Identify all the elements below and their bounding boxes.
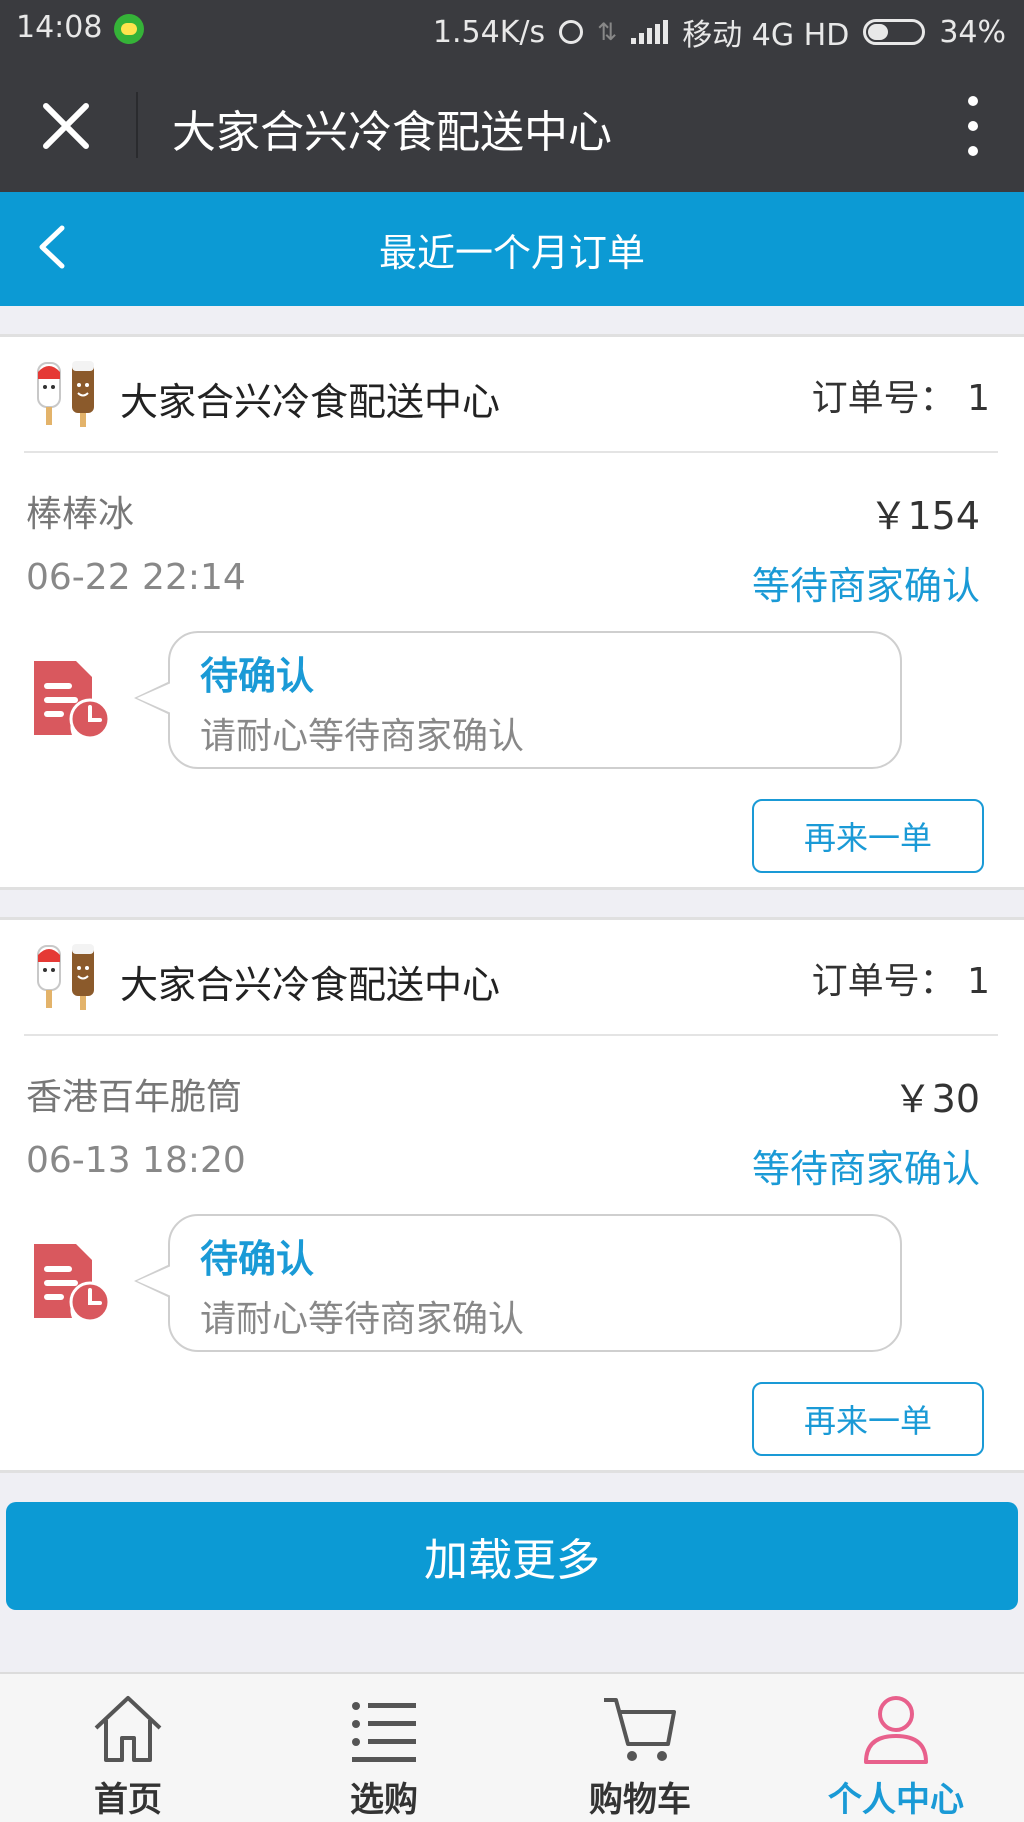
tab-shop[interactable]: 选购: [256, 1674, 512, 1822]
order-status: 等待商家确认: [751, 1147, 980, 1191]
order-number: 订单号： 1: [812, 952, 990, 1004]
order-date: 06-22 22:14: [26, 557, 246, 598]
order-date: 06-13 18:20: [26, 1140, 246, 1181]
status-time: 14:08: [16, 10, 103, 45]
order-card-header: 大家合兴冷食配送中心 订单号： 1: [24, 920, 998, 1036]
order-card-header: 大家合兴冷食配送中心 订单号： 1: [24, 337, 998, 453]
product-name: 棒棒冰: [26, 494, 135, 535]
order-number-value: 1: [967, 378, 990, 419]
tab-cart[interactable]: 购物车: [512, 1674, 768, 1822]
load-more-button[interactable]: 加载更多: [6, 1502, 1018, 1610]
cart-icon: [604, 1698, 676, 1761]
progress-title: 待确认: [200, 1237, 315, 1281]
more-icon[interactable]: [966, 96, 980, 156]
progress-description: 请耐心等待商家确认: [200, 1299, 525, 1340]
home-icon: [94, 1696, 162, 1762]
tab-home[interactable]: 首页: [0, 1674, 256, 1822]
shop-name: 大家合兴冷食配送中心: [120, 380, 501, 424]
reorder-button[interactable]: 再来一单: [752, 1382, 984, 1456]
order-price: ￥154: [869, 494, 980, 538]
page-header: 最近一个月订单: [0, 192, 1024, 306]
order-number-value: 1: [967, 961, 990, 1002]
order-price: ￥30: [893, 1077, 980, 1121]
order-status: 等待商家确认: [751, 564, 980, 608]
person-icon: [864, 1696, 928, 1764]
reorder-button[interactable]: 再来一单: [752, 799, 984, 873]
tab-profile[interactable]: 个人中心: [768, 1674, 1024, 1822]
page-title: 最近一个月订单: [378, 231, 645, 275]
order-progress-bubble: 待确认 请耐心等待商家确认: [134, 631, 902, 769]
title-divider: [136, 92, 138, 158]
shop-logo-icon: [37, 361, 94, 427]
shop-logo-icon: [37, 944, 94, 1010]
order-card: 大家合兴冷食配送中心 订单号： 1 棒棒冰 ￥154 06-22 22:14 等…: [0, 334, 1024, 890]
bottom-tab-bar: 首页 选购 购物车 个人中心: [0, 1672, 1024, 1822]
tab-shop-label: 选购: [350, 1780, 418, 1820]
tab-cart-label: 购物车: [589, 1780, 691, 1820]
order-pending-icon: [34, 1244, 110, 1323]
shop-name: 大家合兴冷食配送中心: [120, 963, 501, 1007]
order-progress-bubble: 待确认 请耐心等待商家确认: [134, 1214, 902, 1352]
progress-title: 待确认: [200, 654, 315, 698]
order-pending-icon: [34, 661, 110, 740]
progress-description: 请耐心等待商家确认: [200, 716, 525, 757]
order-number: 订单号： 1: [812, 369, 990, 421]
product-name: 香港百年脆筒: [26, 1077, 243, 1118]
status-bar: 14:08 1.54K/s ⇅ 移动 4G HD 34%: [0, 0, 1024, 56]
wechat-page-title: 大家合兴冷食配送中心: [172, 107, 612, 158]
network-speed: 1.54K/s: [432, 14, 546, 50]
wechat-title-bar: 大家合兴冷食配送中心: [0, 56, 1024, 192]
alarm-icon: [559, 20, 584, 44]
order-card: 大家合兴冷食配送中心 订单号： 1 香港百年脆筒 ￥30 06-13 18:20…: [0, 917, 1024, 1473]
carrier-label: 移动 4G HD: [682, 18, 850, 53]
signal-icon: [631, 20, 669, 44]
status-right: 1.54K/s ⇅ 移动 4G HD 34%: [433, 10, 1006, 54]
tab-home-label: 首页: [94, 1780, 162, 1820]
battery-percent: 34%: [939, 14, 1006, 50]
data-arrows-icon: ⇅: [597, 18, 618, 46]
battery-icon: [863, 19, 926, 45]
order-number-label: 订单号：: [811, 378, 956, 419]
order-number-label: 订单号：: [811, 961, 956, 1002]
tab-profile-label: 个人中心: [828, 1780, 964, 1820]
close-icon[interactable]: [40, 100, 92, 152]
wechat-notification-icon: [114, 14, 144, 44]
list-icon: [352, 1702, 416, 1762]
